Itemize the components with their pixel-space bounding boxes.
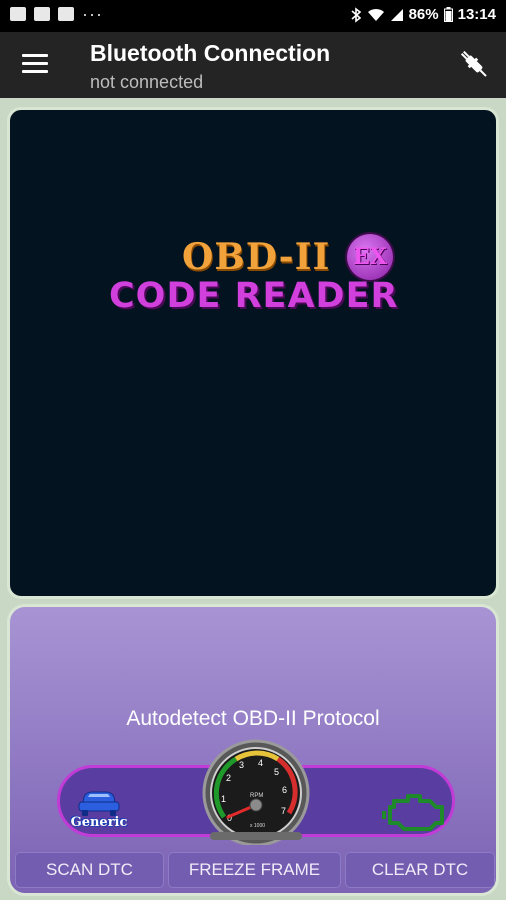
action-buttons: SCAN DTC FREEZE FRAME CLEAR DTC <box>10 852 496 892</box>
gauge-tick-7: 7 <box>281 806 286 816</box>
logo-ex-text: EX <box>353 244 387 270</box>
freeze-frame-button[interactable]: FREEZE FRAME <box>168 852 341 888</box>
gauge-tick-5: 5 <box>274 767 279 777</box>
rpm-gauge: 0 1 2 3 4 5 6 7 RPM x 1000 <box>196 735 316 847</box>
signal-icon <box>390 8 403 21</box>
status-bar: ··· 86% 13:14 <box>0 0 506 32</box>
control-panel: Autodetect OBD-II Protocol Generic 0 1 2… <box>7 604 499 896</box>
wifi-icon <box>367 8 384 21</box>
app-notification-icon <box>58 7 74 21</box>
system-status: 86% 13:14 <box>350 6 496 23</box>
gauge-tick-1: 1 <box>221 794 226 804</box>
plug-connect-icon[interactable] <box>456 46 492 82</box>
page-title: Bluetooth Connection <box>90 40 331 66</box>
notification-icons: ··· <box>10 4 103 24</box>
logo-code-reader-text: CODE READER <box>109 276 399 316</box>
logo-obd-text: OBD-II <box>182 236 331 278</box>
more-notifications-icon: ··· <box>82 4 103 24</box>
gauge-tick-6: 6 <box>282 785 287 795</box>
gauge-tick-2: 2 <box>226 773 231 783</box>
gauge-rpm-label: RPM <box>250 793 263 799</box>
generic-car-button[interactable]: Generic <box>64 785 134 835</box>
bluetooth-icon <box>351 6 361 23</box>
generic-label: Generic <box>70 815 128 830</box>
hamburger-menu-icon[interactable] <box>22 54 48 76</box>
scan-dtc-button[interactable]: SCAN DTC <box>15 852 164 888</box>
logo-panel: OBD-II EX CODE READER <box>7 107 499 599</box>
gauge-tick-4: 4 <box>258 758 263 768</box>
battery-icon <box>443 7 453 22</box>
check-engine-button[interactable] <box>380 787 450 835</box>
gauge-tick-3: 3 <box>239 760 244 770</box>
connection-status: not connected <box>90 72 204 92</box>
logo-ex-badge: EX <box>347 234 393 280</box>
image-notification-icon <box>10 7 26 21</box>
app-bar: Bluetooth Connection not connected <box>0 32 506 98</box>
car-icon <box>78 791 120 816</box>
check-engine-icon <box>382 794 444 831</box>
clock: 13:14 <box>457 6 496 23</box>
battery-level: 86% <box>408 6 439 23</box>
clear-dtc-button[interactable]: CLEAR DTC <box>345 852 495 888</box>
protocol-label: Autodetect OBD-II Protocol <box>126 707 380 730</box>
flipboard-notification-icon <box>34 7 50 21</box>
gauge-unit-label: x 1000 <box>250 823 265 829</box>
